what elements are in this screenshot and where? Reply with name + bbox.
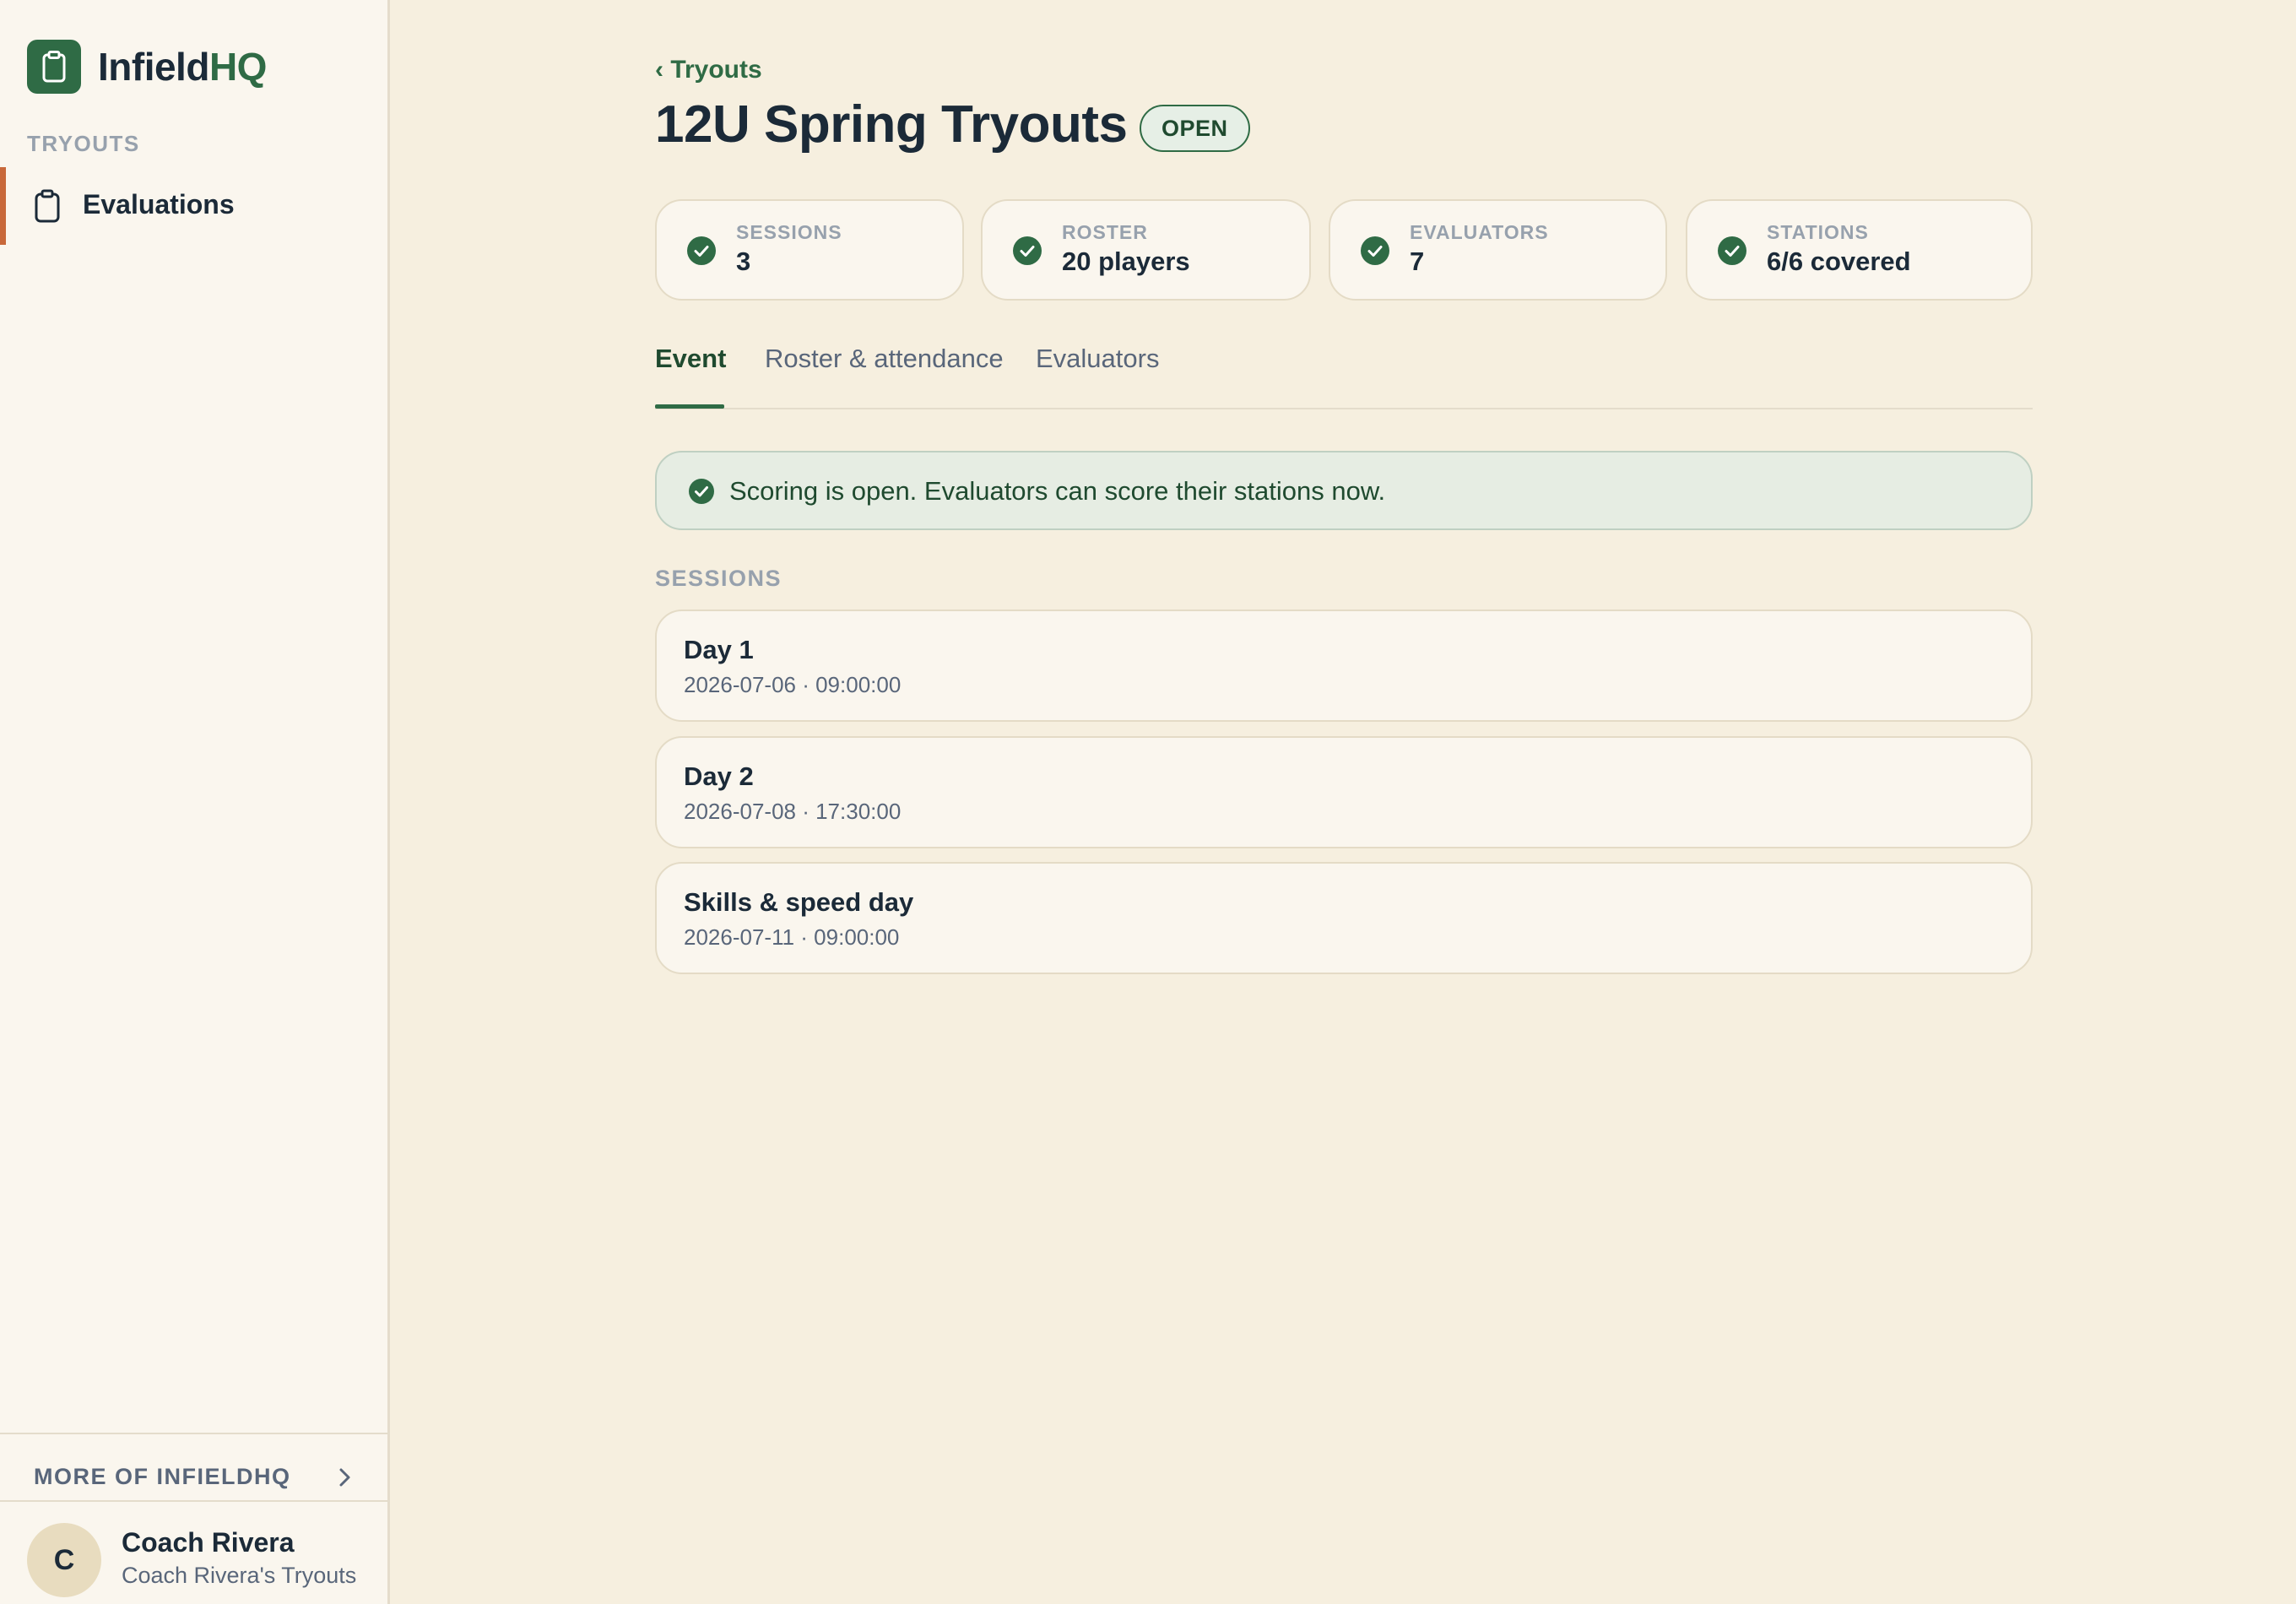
back-to-tryouts-link[interactable]: ‹ Tryouts (655, 56, 762, 84)
alert-text: Scoring is open. Evaluators can score th… (729, 476, 1386, 506)
scoring-open-alert: Scoring is open. Evaluators can score th… (655, 451, 2033, 530)
check-circle-icon (1013, 236, 1042, 265)
tab-event[interactable]: Event (655, 344, 726, 374)
stat-value: 6/6 covered (1767, 247, 1911, 276)
session-name: Day 2 (684, 761, 754, 791)
tab-bar: Event Roster & attendance Evaluators (655, 333, 2033, 409)
stat-card-stations: STATIONS 6/6 covered (1686, 199, 2033, 301)
session-name: Skills & speed day (684, 887, 914, 917)
session-datetime: 2026-07-06 · 09:00:00 (684, 672, 902, 697)
divider (0, 1433, 387, 1434)
stat-value: 7 (1410, 247, 1425, 276)
sidebar: InfieldHQ TRYOUTS Evaluations MORE OF IN… (0, 0, 390, 1604)
tab-evaluators[interactable]: Evaluators (1036, 344, 1159, 374)
stat-label: ROSTER (1062, 221, 1148, 243)
page-title: 12U Spring Tryouts (655, 95, 1128, 154)
status-badge: OPEN (1140, 105, 1250, 152)
check-circle-icon (687, 236, 716, 265)
sidebar-item-evaluations[interactable]: Evaluations (0, 167, 387, 245)
user-name: Coach Rivera (122, 1527, 295, 1558)
session-datetime: 2026-07-08 · 17:30:00 (684, 799, 902, 824)
stat-card-sessions: SESSIONS 3 (655, 199, 964, 301)
session-card-day-2[interactable]: Day 2 2026-07-08 · 17:30:00 (655, 736, 2033, 848)
chevron-right-icon (339, 1468, 350, 1487)
user-account-button[interactable]: C Coach Rivera Coach Rivera's Tryouts (0, 1502, 387, 1604)
more-of-infieldhq-button[interactable]: MORE OF INFIELDHQ (0, 1435, 387, 1500)
check-circle-icon (1361, 236, 1389, 265)
clipboard-icon (35, 189, 60, 223)
user-workspace: Coach Rivera's Tryouts (122, 1563, 357, 1588)
sidebar-item-label: Evaluations (83, 189, 235, 219)
sidebar-section-label: TRYOUTS (27, 131, 140, 156)
session-name: Day 1 (684, 635, 754, 664)
session-datetime: 2026-07-11 · 09:00:00 (684, 924, 900, 950)
stat-label: STATIONS (1767, 221, 1869, 243)
brand[interactable]: InfieldHQ (27, 40, 267, 94)
sessions-section-label: SESSIONS (655, 566, 782, 591)
avatar: C (27, 1523, 101, 1597)
brand-name: InfieldHQ (98, 44, 267, 89)
session-card-skills-speed-day[interactable]: Skills & speed day 2026-07-11 · 09:00:00 (655, 862, 2033, 974)
check-circle-icon (1718, 236, 1746, 265)
brand-name-accent: HQ (208, 45, 268, 89)
stat-value: 20 players (1062, 247, 1190, 276)
tab-divider (655, 408, 2033, 409)
stat-label: SESSIONS (736, 221, 842, 243)
stat-card-roster: ROSTER 20 players (981, 199, 1311, 301)
session-card-day-1[interactable]: Day 1 2026-07-06 · 09:00:00 (655, 610, 2033, 722)
tab-roster-attendance[interactable]: Roster & attendance (765, 344, 1004, 374)
clipboard-icon (27, 40, 81, 94)
stat-value: 3 (736, 247, 751, 276)
brand-name-main: Infield (98, 45, 209, 89)
stat-label: EVALUATORS (1410, 221, 1549, 243)
more-label: MORE OF INFIELDHQ (34, 1464, 291, 1489)
check-circle-icon (689, 479, 714, 504)
stat-card-evaluators: EVALUATORS 7 (1329, 199, 1667, 301)
active-tab-indicator (655, 404, 724, 409)
active-indicator (0, 167, 6, 245)
